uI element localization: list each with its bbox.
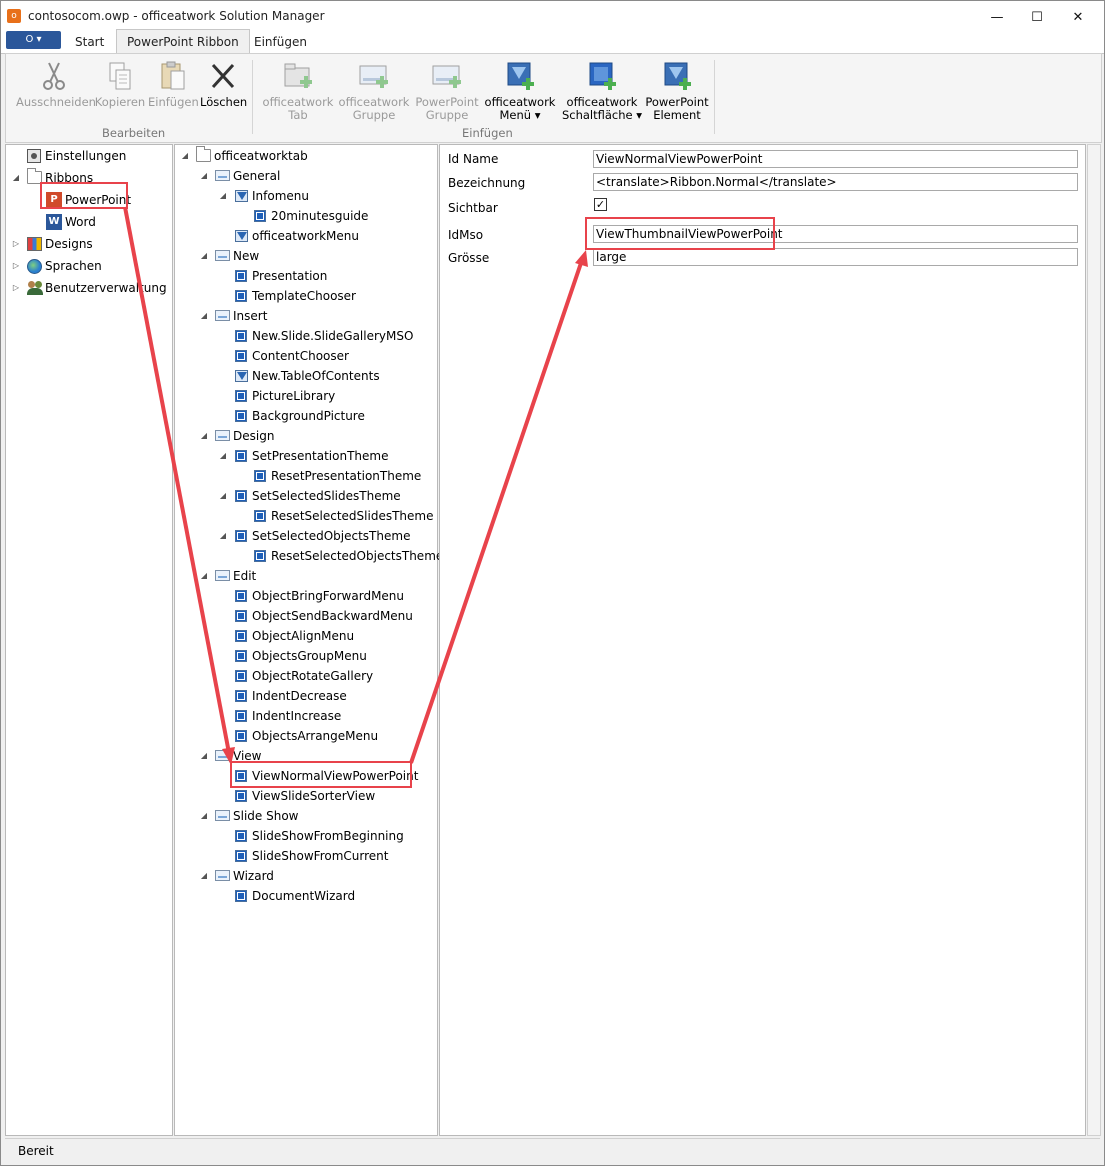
annotation-arrows — [123, 206, 588, 765]
arrow-head-1 — [222, 747, 235, 765]
app-window: o contosocom.owp - officeatwork Solution… — [0, 0, 1105, 1166]
arrow-line-2 — [409, 262, 583, 764]
arrow-line-1 — [123, 206, 231, 754]
arrow-head-2 — [575, 250, 588, 267]
